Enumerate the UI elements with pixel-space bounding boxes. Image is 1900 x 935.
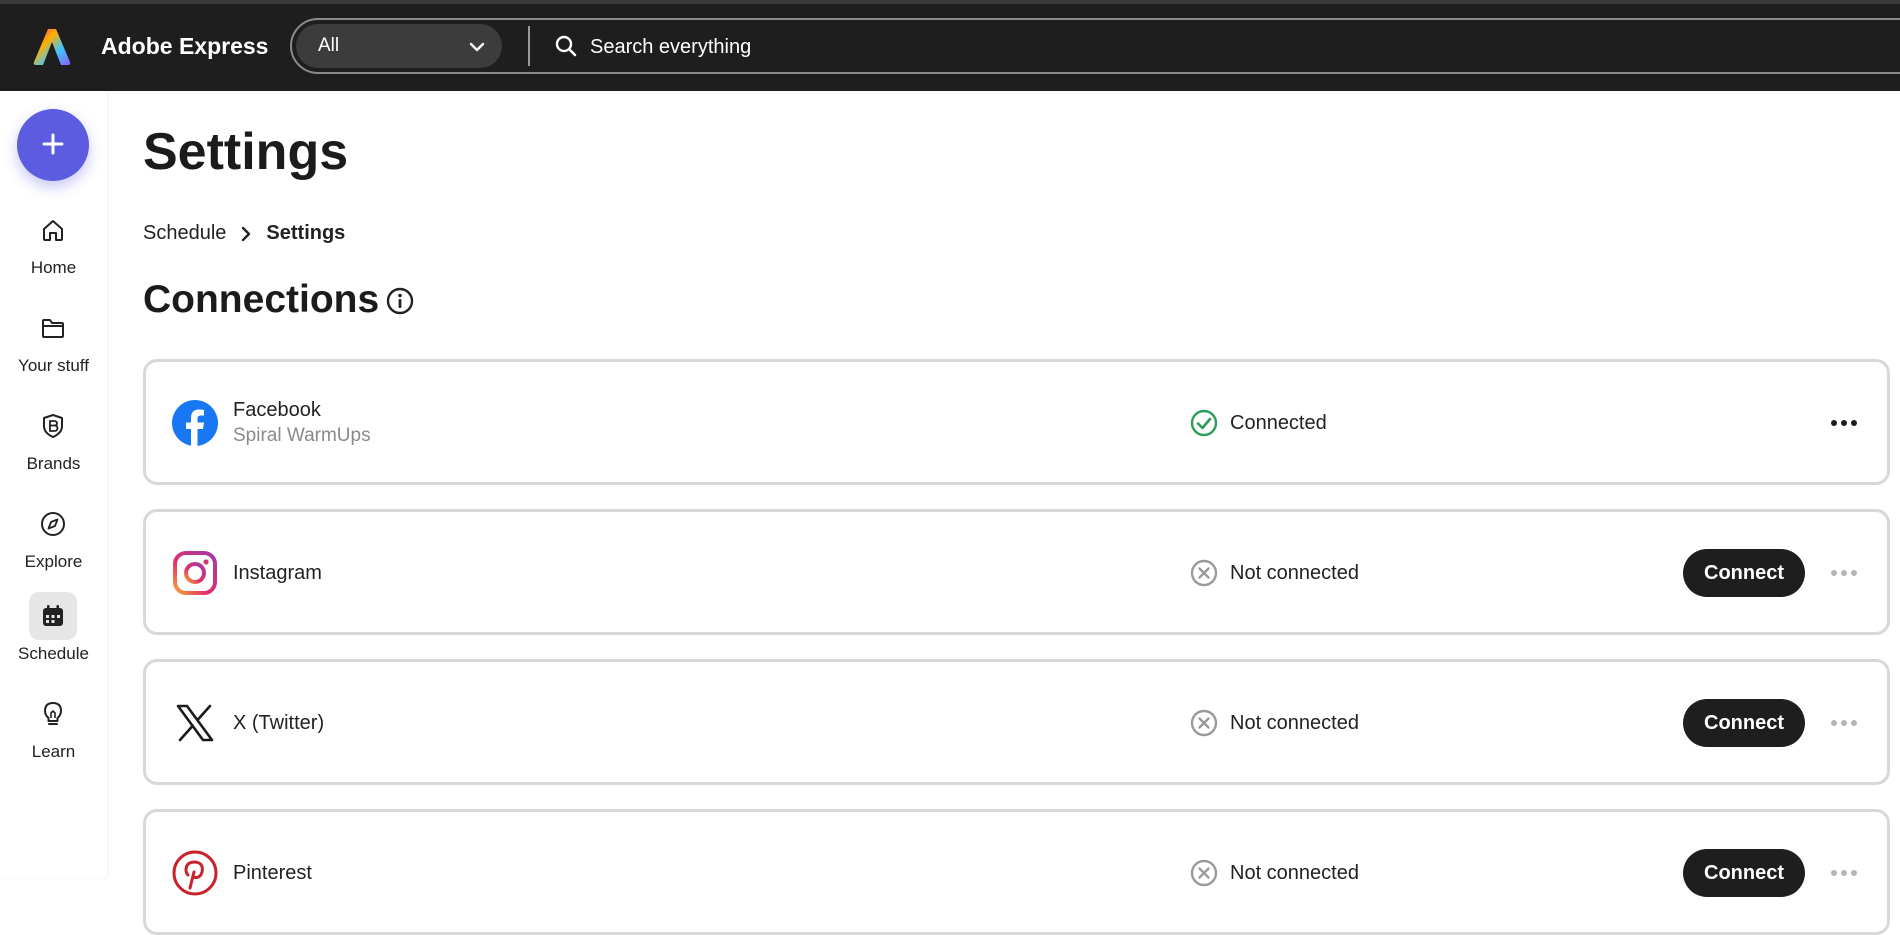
home-icon — [43, 220, 63, 241]
nav-label: Learn — [31, 742, 76, 761]
nav-label: Schedule — [18, 644, 89, 663]
more-icon — [1831, 870, 1857, 876]
nav-item-learn[interactable]: Learn — [0, 690, 107, 770]
nav-item-explore[interactable]: Explore — [0, 500, 107, 580]
nav-item-schedule[interactable]: Schedule — [0, 592, 107, 672]
left-rail: Home Your stuff Brands Explore Schedule … — [0, 91, 107, 877]
connection-card-x-twitter: X (Twitter) Not connected Connect — [143, 659, 1890, 785]
more-icon — [1831, 420, 1857, 426]
nav-icon-wrap — [29, 304, 77, 352]
connect-pinterest-button[interactable]: Connect — [1683, 849, 1805, 897]
compass-icon — [41, 512, 65, 536]
lightbulb-icon — [44, 702, 62, 725]
create-button[interactable] — [17, 109, 89, 181]
more-icon — [1831, 570, 1857, 576]
pinterest-icon — [172, 850, 218, 896]
connection-status: Not connected — [1230, 862, 1359, 884]
top-bar: Adobe Express All — [0, 0, 1900, 91]
search-divider — [528, 26, 530, 66]
x-twitter-icon — [176, 704, 214, 742]
more-options-button[interactable] — [1824, 558, 1864, 588]
nav-label: Brands — [26, 454, 81, 473]
adobe-express-logo-icon[interactable] — [32, 26, 72, 66]
x-circle-icon — [1190, 859, 1218, 887]
more-options-button[interactable] — [1824, 708, 1864, 738]
instagram-icon — [173, 551, 217, 595]
nav-item-home[interactable]: Home — [0, 206, 107, 286]
calendar-icon — [43, 605, 63, 626]
search-bar: All — [290, 18, 1900, 74]
platform-name: Facebook — [233, 399, 321, 421]
nav-icon-wrap — [29, 592, 77, 640]
more-options-button[interactable] — [1824, 858, 1864, 888]
nav-icon-wrap — [29, 206, 77, 254]
nav-label: Explore — [24, 552, 83, 571]
nav-label: Your stuff — [18, 356, 89, 375]
more-options-button[interactable] — [1824, 408, 1864, 438]
x-circle-icon — [1190, 709, 1218, 737]
breadcrumb-schedule-link[interactable]: Schedule — [143, 222, 226, 245]
nav-item-brands[interactable]: Brands — [0, 402, 107, 482]
nav-icon-wrap — [29, 402, 77, 450]
chevron-down-icon — [469, 42, 485, 52]
breadcrumb-current: Settings — [266, 222, 346, 244]
search-icon — [555, 35, 577, 57]
nav-label: Home — [30, 258, 77, 277]
connection-status: Not connected — [1230, 562, 1359, 584]
chevron-right-icon — [242, 226, 251, 241]
platform-name: X (Twitter) — [233, 712, 325, 734]
nav-icon-wrap — [29, 690, 77, 738]
connect-instagram-button[interactable]: Connect — [1683, 549, 1805, 597]
connection-card-instagram: Instagram Not connected Connect — [143, 509, 1890, 635]
search-scope-select[interactable]: All — [296, 24, 502, 68]
platform-account: Spiral WarmUps — [233, 425, 371, 446]
connections-heading: Connections — [143, 278, 380, 321]
breadcrumb: Schedule Settings — [143, 222, 345, 245]
platform-name: Instagram — [233, 562, 322, 584]
folder-icon — [42, 319, 64, 338]
app-name: Adobe Express — [101, 33, 269, 59]
x-circle-icon — [1190, 559, 1218, 587]
search-input[interactable] — [588, 28, 1192, 66]
brand-icon — [43, 414, 63, 438]
plus-icon — [42, 133, 64, 154]
connect-x-twitter-button[interactable]: Connect — [1683, 699, 1805, 747]
more-icon — [1831, 720, 1857, 726]
connection-status: Connected — [1230, 412, 1327, 434]
nav-icon-wrap — [29, 500, 77, 548]
nav-item-your-stuff[interactable]: Your stuff — [0, 304, 107, 384]
connection-status: Not connected — [1230, 712, 1359, 734]
connection-card-pinterest: Pinterest Not connected Connect — [143, 809, 1890, 935]
page-title: Settings — [143, 123, 349, 181]
platform-name: Pinterest — [233, 862, 312, 884]
search-scope-value: All — [318, 35, 340, 56]
info-icon[interactable] — [386, 287, 414, 315]
check-circle-icon — [1190, 409, 1218, 437]
facebook-icon — [172, 400, 218, 446]
connection-card-facebook: Facebook Spiral WarmUps Connected — [143, 359, 1890, 485]
